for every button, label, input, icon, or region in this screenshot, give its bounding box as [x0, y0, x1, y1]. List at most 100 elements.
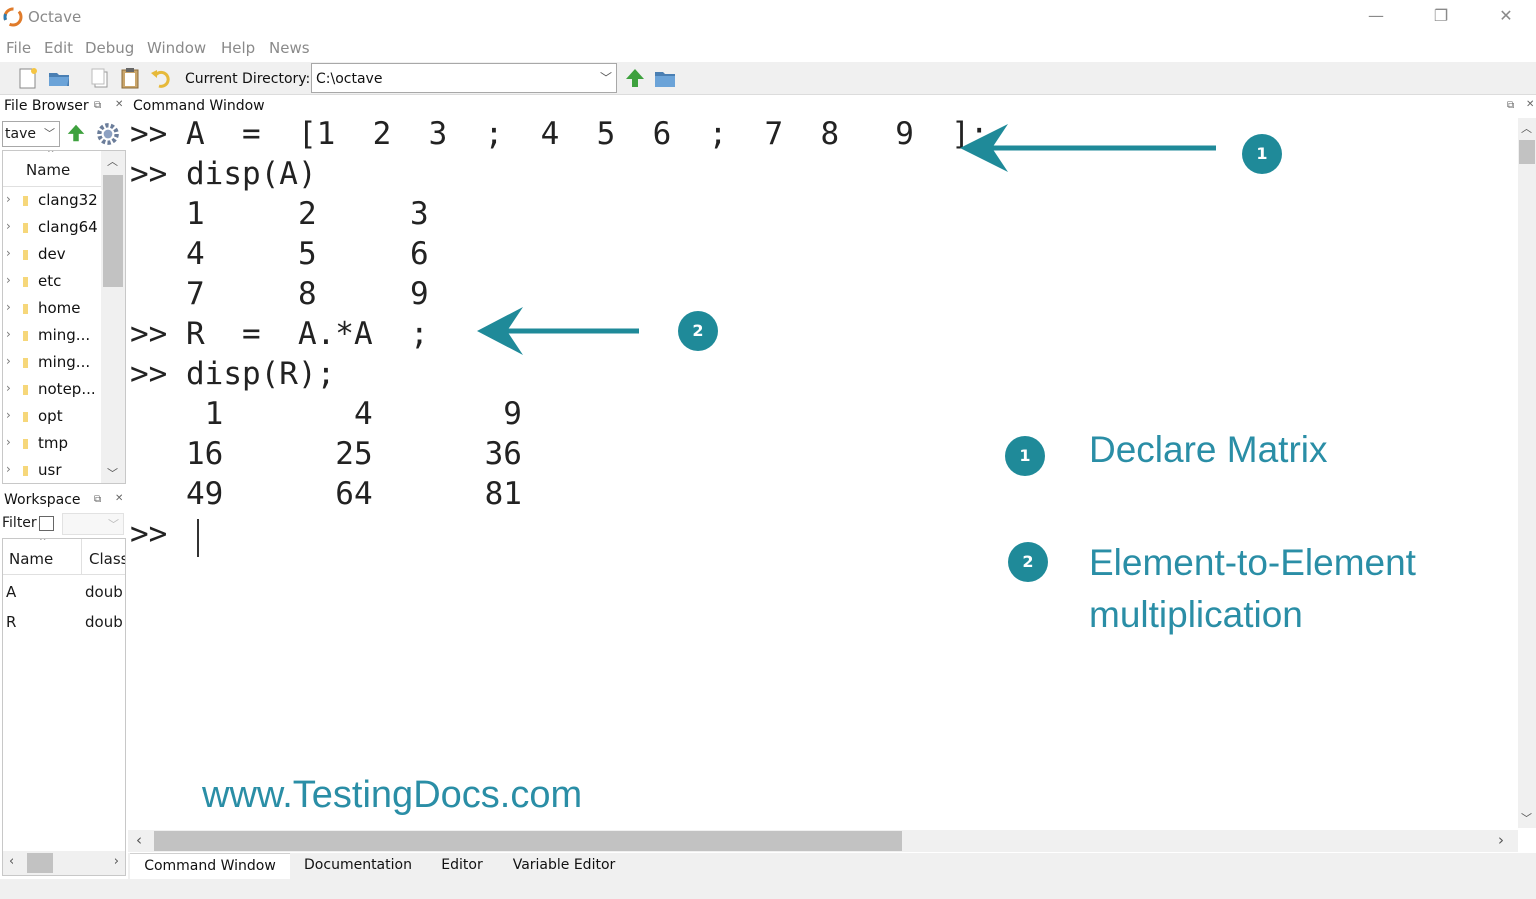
- command-line: >> disp(A): [130, 156, 317, 192]
- chevron-right-icon[interactable]: ›: [6, 273, 11, 287]
- tab-editor[interactable]: Editor: [426, 853, 498, 879]
- file-browser-path-combobox[interactable]: tave ﹀: [2, 121, 60, 147]
- file-browser-item[interactable]: › usr: [3, 458, 103, 483]
- parent-directory-icon[interactable]: [65, 122, 87, 144]
- menu-news[interactable]: News: [269, 39, 310, 57]
- scroll-thumb[interactable]: [27, 853, 53, 873]
- scroll-left-icon[interactable]: ‹: [9, 854, 14, 869]
- chevron-right-icon[interactable]: ›: [6, 381, 11, 395]
- menu-window[interactable]: Window: [147, 39, 206, 57]
- minimize-button[interactable]: —: [1361, 5, 1391, 27]
- chevron-right-icon[interactable]: ›: [6, 354, 11, 368]
- table-row[interactable]: A doub: [3, 577, 125, 607]
- paste-icon[interactable]: [118, 66, 142, 90]
- workspace-header-row: ^ Name Class: [3, 538, 125, 575]
- filter-combobox[interactable]: ﹀: [62, 513, 124, 535]
- scroll-right-icon[interactable]: ›: [1498, 831, 1504, 849]
- undock-icon[interactable]: ⧉: [94, 100, 101, 111]
- octave-logo-icon: [3, 7, 23, 27]
- scroll-thumb[interactable]: [1519, 140, 1535, 164]
- file-browser-item[interactable]: › etc: [3, 269, 103, 296]
- file-browser-title: File Browser: [4, 98, 89, 114]
- file-browser-item-label: home: [38, 299, 81, 317]
- scroll-left-icon[interactable]: ‹: [136, 831, 142, 849]
- gear-icon[interactable]: [95, 121, 121, 147]
- copy-icon[interactable]: [88, 66, 112, 90]
- undo-icon[interactable]: [149, 66, 173, 90]
- chevron-right-icon[interactable]: ›: [6, 435, 11, 449]
- chevron-right-icon[interactable]: ›: [6, 192, 11, 206]
- column-header-name[interactable]: Name: [9, 550, 53, 568]
- file-browser-item-label: ming...: [38, 326, 91, 344]
- sort-indicator-icon: ^: [47, 150, 55, 159]
- workspace-hscrollbar[interactable]: ‹ ›: [3, 851, 125, 875]
- text-cursor: [197, 519, 199, 557]
- menu-file[interactable]: File: [6, 39, 31, 57]
- output-line: 4 5 6: [130, 236, 429, 272]
- file-browser-path-value: tave: [5, 126, 36, 142]
- chevron-right-icon[interactable]: ›: [6, 408, 11, 422]
- current-directory-combobox[interactable]: C:\octave ﹀: [311, 63, 617, 93]
- file-browser-item[interactable]: › notep...: [3, 377, 103, 404]
- command-window-output[interactable]: >> A = [1 2 3 ; 4 5 6 ; 7 8 9 ]; >> disp…: [128, 118, 1518, 828]
- chevron-right-icon[interactable]: ›: [6, 246, 11, 260]
- scroll-down-icon[interactable]: ﹀: [107, 465, 118, 481]
- chevron-down-icon[interactable]: ﹀: [44, 125, 55, 141]
- tab-command-window[interactable]: Command Window: [130, 853, 290, 879]
- scroll-up-icon[interactable]: ︿: [1521, 120, 1532, 136]
- close-panel-icon[interactable]: ✕: [115, 493, 123, 504]
- file-browser-item-label: clang32: [38, 191, 98, 209]
- chevron-down-icon[interactable]: ﹀: [108, 516, 119, 532]
- file-browser-item[interactable]: › ming...: [3, 323, 103, 350]
- folder-icon: [23, 439, 28, 449]
- parent-directory-icon[interactable]: [623, 66, 647, 90]
- command-window-vscrollbar[interactable]: ︿ ﹀: [1518, 118, 1536, 828]
- filter-checkbox[interactable]: [39, 516, 54, 531]
- chevron-down-icon[interactable]: ﹀: [600, 69, 612, 86]
- folder-icon: [23, 466, 28, 476]
- column-divider[interactable]: [81, 539, 82, 575]
- close-button[interactable]: ✕: [1491, 5, 1521, 27]
- chevron-right-icon[interactable]: ›: [6, 462, 11, 476]
- file-browser-item[interactable]: › clang64: [3, 215, 103, 242]
- filter-label: Filter: [2, 515, 37, 531]
- scroll-right-icon[interactable]: ›: [114, 854, 119, 869]
- menu-help[interactable]: Help: [221, 39, 255, 57]
- close-panel-icon[interactable]: ✕: [1526, 99, 1534, 110]
- column-header-class[interactable]: Class: [89, 550, 125, 568]
- restore-button[interactable]: ❐: [1426, 5, 1456, 27]
- folder-icon: [23, 304, 28, 314]
- scroll-down-icon[interactable]: ﹀: [1521, 810, 1532, 826]
- file-browser-scrollbar[interactable]: ︿ ﹀: [101, 151, 125, 483]
- undock-icon[interactable]: ⧉: [1507, 100, 1514, 111]
- undock-icon[interactable]: ⧉: [94, 494, 101, 505]
- folder-icon: [23, 223, 28, 233]
- browse-folder-icon[interactable]: [653, 66, 677, 90]
- scroll-up-icon[interactable]: ︿: [107, 153, 118, 169]
- new-file-icon[interactable]: [16, 66, 40, 90]
- file-browser-item[interactable]: › dev: [3, 242, 103, 269]
- file-browser-item[interactable]: › clang32: [3, 188, 103, 215]
- menu-edit[interactable]: Edit: [44, 39, 73, 57]
- chevron-right-icon[interactable]: ›: [6, 300, 11, 314]
- command-window-hscrollbar[interactable]: ‹ ›: [128, 830, 1518, 852]
- menu-debug[interactable]: Debug: [85, 39, 134, 57]
- scroll-thumb[interactable]: [154, 831, 902, 851]
- file-browser-item[interactable]: › opt: [3, 404, 103, 431]
- open-folder-icon[interactable]: [47, 66, 71, 90]
- variable-class: doub: [85, 583, 123, 601]
- file-browser-item[interactable]: › tmp: [3, 431, 103, 458]
- file-browser-item[interactable]: › home: [3, 296, 103, 323]
- tab-documentation[interactable]: Documentation: [292, 853, 424, 879]
- chevron-right-icon[interactable]: ›: [6, 219, 11, 233]
- command-line: >> R = A.*A ;: [130, 316, 429, 352]
- file-browser-item[interactable]: › ming...: [3, 350, 103, 377]
- chevron-right-icon[interactable]: ›: [6, 327, 11, 341]
- table-row[interactable]: R doub: [3, 607, 125, 637]
- tab-variable-editor[interactable]: Variable Editor: [500, 853, 628, 879]
- close-panel-icon[interactable]: ✕: [115, 99, 123, 110]
- scroll-thumb[interactable]: [103, 175, 123, 287]
- arrow-icon: [960, 124, 1216, 172]
- sort-indicator-icon: ^: [39, 538, 47, 547]
- file-browser-column-header[interactable]: ^ Name: [3, 151, 103, 187]
